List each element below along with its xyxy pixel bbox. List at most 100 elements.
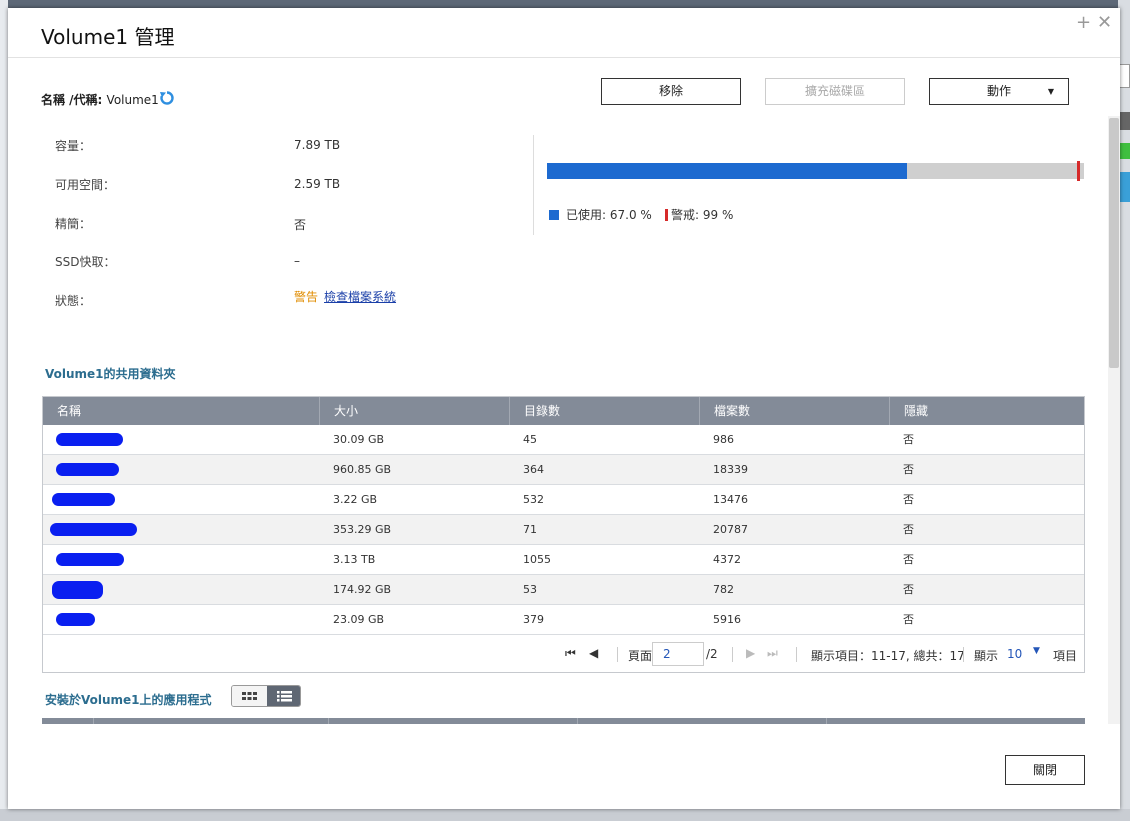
cell-size: 353.29 GB (333, 523, 392, 536)
status-label: 狀態： (55, 294, 92, 308)
cell-size: 3.13 TB (333, 553, 376, 566)
grid-view-icon (242, 692, 257, 700)
cell-files: 20787 (713, 523, 748, 536)
table-row[interactable]: 353.29 GB 71 20787 否 (43, 515, 1084, 545)
display-items-info: 顯示項目：11-17, 總共：17 (811, 649, 965, 663)
close-icon[interactable]: ✕ (1097, 12, 1112, 33)
action-dropdown-button[interactable]: 動作 ▼ (929, 78, 1069, 105)
first-page-icon[interactable]: ⏮ (565, 646, 576, 661)
usage-bar-used (547, 163, 907, 179)
chevron-down-icon[interactable]: ▼ (1033, 646, 1040, 656)
status-badge: 警告 (294, 290, 319, 304)
pagination-bar: ⏮ ◀ 頁面 /2 ▶ ⏭ 顯示項目：11-17, 總共：17 顯示 10 ▼ … (43, 637, 1084, 672)
redacted-folder-name (52, 493, 115, 506)
cell-hidden: 否 (903, 613, 914, 626)
cell-hidden: 否 (903, 463, 914, 476)
cell-files: 782 (713, 583, 734, 596)
table-row[interactable]: 960.85 GB 364 18339 否 (43, 455, 1084, 485)
capacity-value: 7.89 TB (294, 138, 341, 152)
cell-size: 30.09 GB (333, 433, 385, 446)
column-header-name[interactable]: 名稱 (43, 397, 319, 425)
cell-dirs: 1055 (523, 553, 551, 566)
page-number-input[interactable] (652, 642, 704, 666)
table-header: 名稱 大小 目錄數 檔案數 隱藏 (43, 397, 1084, 425)
dialog-header: Volume1 管理 + ✕ (8, 8, 1120, 58)
expand-volume-button[interactable]: 擴充磁碟區 (765, 78, 905, 105)
thin-label: 精簡： (55, 217, 92, 231)
cell-files: 5916 (713, 613, 741, 626)
plus-icon[interactable]: + (1076, 12, 1091, 33)
cell-hidden: 否 (903, 433, 914, 446)
items-label: 項目 (1053, 649, 1078, 663)
redacted-folder-name (56, 553, 124, 566)
per-page-select[interactable]: 10 (1007, 647, 1022, 661)
usage-bar-warn-marker (1076, 161, 1080, 181)
legend-used-swatch (549, 210, 559, 220)
cell-dirs: 379 (523, 613, 544, 626)
column-header-hidden[interactable]: 隱藏 (889, 397, 1084, 425)
table-row[interactable]: 3.22 GB 532 13476 否 (43, 485, 1084, 515)
usage-bar (547, 161, 1084, 181)
grid-view-button[interactable] (232, 686, 267, 706)
status-row: 警告 檢查檔案系統 (294, 288, 396, 305)
cell-hidden: 否 (903, 553, 914, 566)
remove-button[interactable]: 移除 (601, 78, 741, 105)
table-row[interactable]: 174.92 GB 53 782 否 (43, 575, 1084, 605)
prev-page-icon[interactable]: ◀ (589, 646, 598, 660)
check-filesystem-link[interactable]: 檢查檔案系統 (324, 290, 396, 304)
pager-divider (963, 647, 964, 662)
shared-folders-table: 名稱 大小 目錄數 檔案數 隱藏 30.09 GB 45 986 否 960.8… (42, 396, 1085, 673)
cell-hidden: 否 (903, 583, 914, 596)
cell-dirs: 532 (523, 493, 544, 506)
volume-management-dialog: Volume1 管理 + ✕ 名稱 /代稱: Volume1 移除 擴充磁碟區 … (8, 8, 1120, 809)
refresh-icon[interactable] (159, 90, 175, 106)
cell-files: 4372 (713, 553, 741, 566)
thin-value: 否 (294, 218, 307, 232)
shared-folders-title: Volume1的共用資料夾 (45, 367, 176, 381)
background-app-bottom (0, 809, 1130, 821)
background-app-left (0, 0, 8, 821)
cell-files: 18339 (713, 463, 748, 476)
capacity-label: 容量： (55, 139, 92, 153)
legend-warn: 警戒: 99 % (665, 206, 733, 223)
redacted-folder-name (56, 613, 95, 626)
pager-divider (796, 647, 797, 662)
page-total: /2 (706, 647, 718, 661)
cell-files: 986 (713, 433, 734, 446)
free-space-value: 2.59 TB (294, 177, 341, 191)
next-page-icon[interactable]: ▶ (746, 646, 755, 660)
show-label: 顯示 (974, 649, 999, 663)
close-button[interactable]: 關閉 (1005, 755, 1085, 785)
volume-name-label: 名稱 /代稱: (41, 93, 107, 107)
dialog-scroll-thumb[interactable] (1109, 118, 1119, 368)
last-page-icon[interactable]: ⏭ (767, 646, 778, 661)
legend-used-text: 已使用: 67.0 % (566, 208, 652, 222)
column-header-files[interactable]: 檔案數 (699, 397, 889, 425)
column-header-size[interactable]: 大小 (319, 397, 509, 425)
legend-warn-swatch (665, 209, 668, 221)
cell-size: 23.09 GB (333, 613, 385, 626)
installed-apps-title: 安裝於Volume1上的應用程式 (45, 693, 212, 707)
list-view-icon (277, 691, 292, 702)
cell-size: 960.85 GB (333, 463, 392, 476)
chevron-down-icon: ▼ (1047, 87, 1054, 96)
table-row[interactable]: 30.09 GB 45 986 否 (43, 425, 1084, 455)
column-header-dirs[interactable]: 目錄數 (509, 397, 699, 425)
redacted-folder-name (56, 463, 119, 476)
redacted-folder-name (52, 581, 103, 599)
cell-dirs: 71 (523, 523, 537, 536)
ssd-cache-label: SSD快取： (55, 255, 116, 269)
cell-dirs: 53 (523, 583, 537, 596)
table-row[interactable]: 23.09 GB 379 5916 否 (43, 605, 1084, 635)
legend-warn-text: 警戒: 99 % (671, 208, 734, 222)
cell-hidden: 否 (903, 523, 914, 536)
cell-size: 174.92 GB (333, 583, 392, 596)
dialog-title: Volume1 管理 (41, 25, 175, 49)
cell-files: 13476 (713, 493, 748, 506)
pager-divider (732, 647, 733, 662)
cell-hidden: 否 (903, 493, 914, 506)
action-button-label: 動作 (986, 84, 1011, 98)
table-row[interactable]: 3.13 TB 1055 4372 否 (43, 545, 1084, 575)
list-view-button[interactable] (267, 686, 300, 706)
page-label: 頁面 (628, 649, 653, 663)
